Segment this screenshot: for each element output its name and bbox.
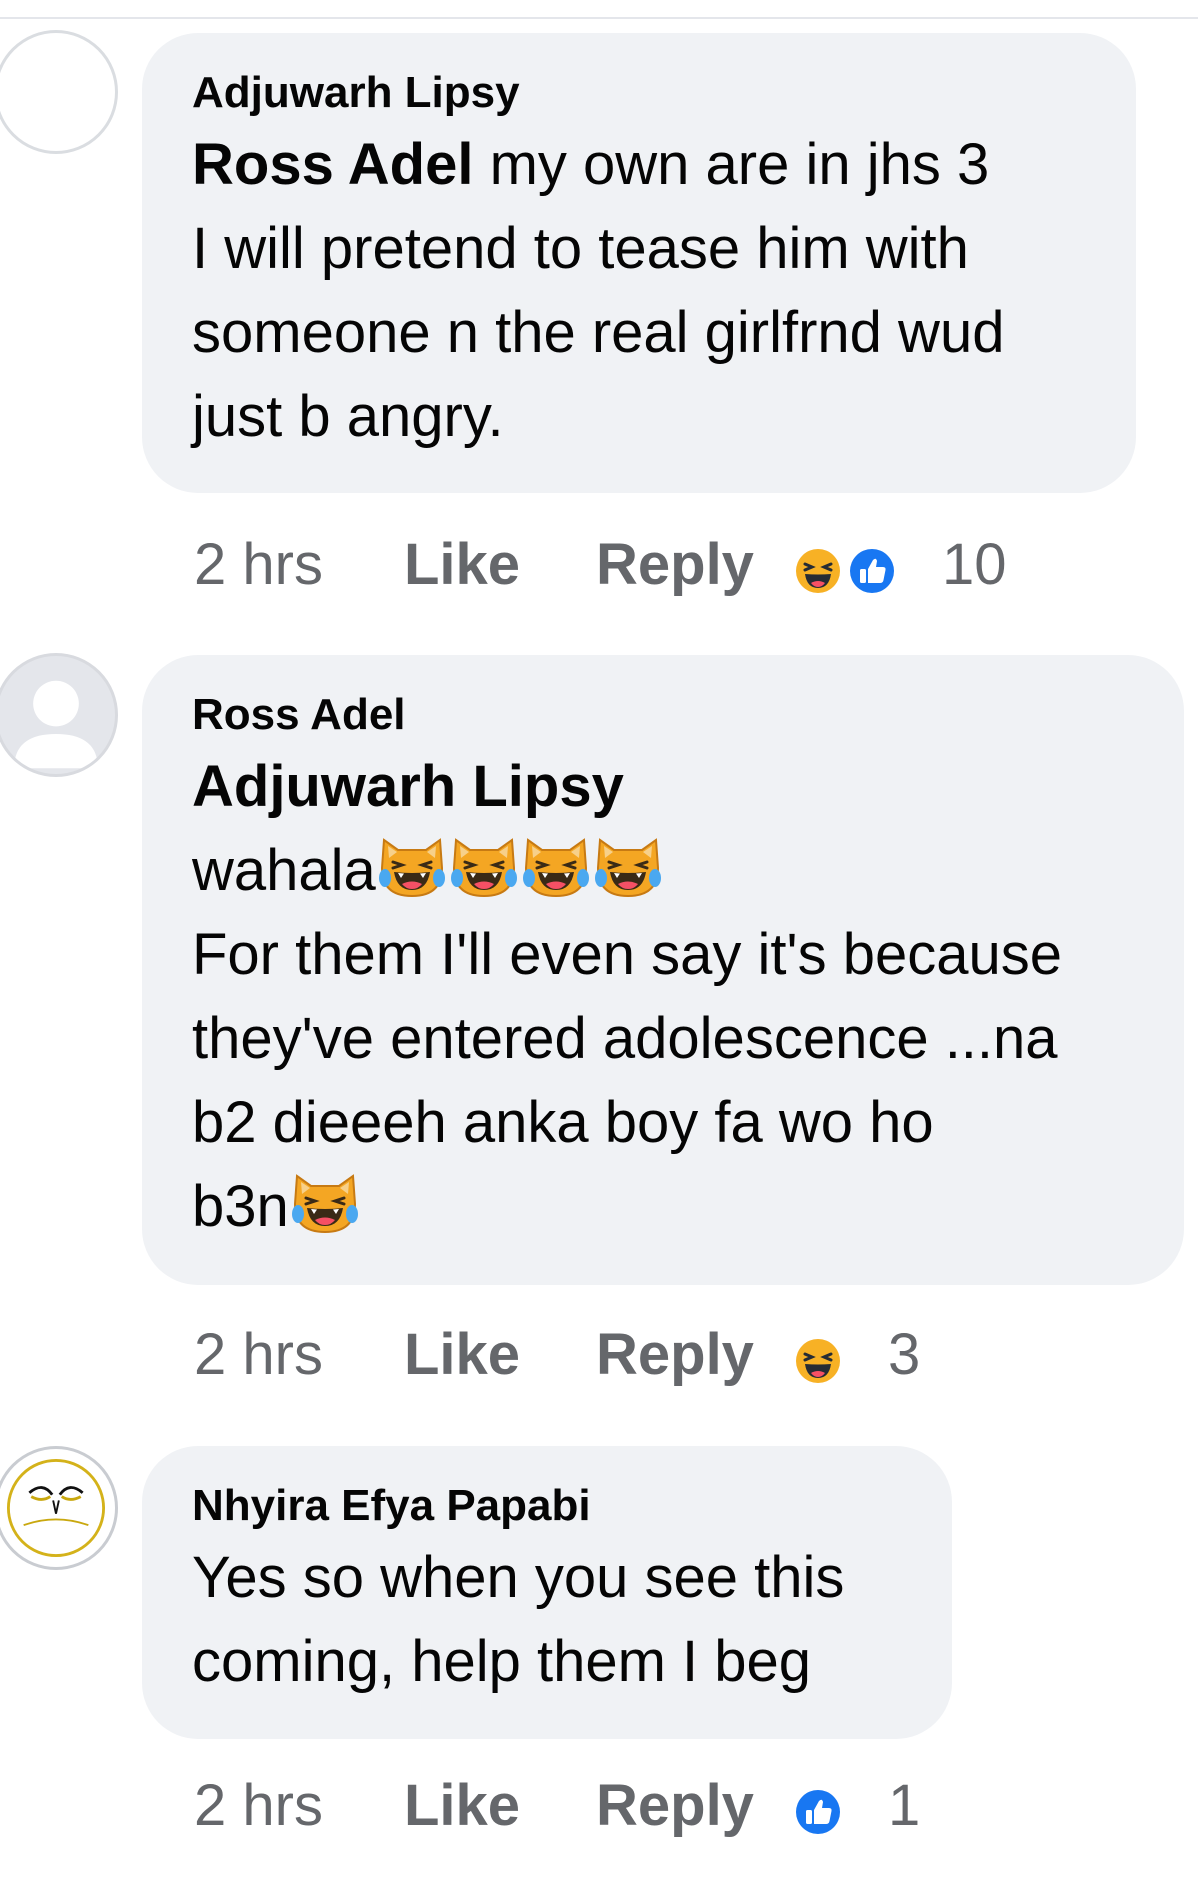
joy-cat-emoji-icon (592, 834, 664, 900)
mention-link[interactable]: Adjuwarh Lipsy (192, 754, 624, 819)
comment-line: I will pretend to tease him with (192, 216, 969, 281)
comment-timestamp[interactable]: 2 hrs (194, 1315, 323, 1395)
comment-text: Ross Adel my own are in jhs 3 I will pre… (192, 123, 1088, 459)
comment-text: Adjuwarh Lipsy wahala For them I'll even… (192, 745, 1136, 1249)
comment-line: just b angry. (192, 384, 504, 449)
haha-icon[interactable] (792, 1335, 844, 1387)
comment-line: they've entered adolescence ...na (192, 1006, 1058, 1071)
joy-cat-emoji-icon (520, 834, 592, 900)
default-avatar-icon (14, 680, 98, 769)
comment-line: wahala (192, 838, 376, 903)
like-button[interactable]: Like (404, 1315, 520, 1395)
reaction-count[interactable]: 1 (888, 1766, 920, 1846)
haha-icon[interactable] (792, 545, 844, 597)
comment-line: someone n the real girlfrnd wud (192, 300, 1005, 365)
comment-author[interactable]: Nhyira Efya Papabi (192, 1476, 904, 1536)
reply-button[interactable]: Reply (596, 1315, 754, 1395)
comment-bubble[interactable]: Ross Adel Adjuwarh Lipsy wahala For them… (142, 655, 1184, 1285)
avatar[interactable] (0, 1446, 118, 1570)
comment-line: my own are in jhs 3 (473, 132, 990, 197)
comment-bubble[interactable]: Adjuwarh Lipsy Ross Adel my own are in j… (142, 33, 1136, 493)
comment-line: b2 dieeeh anka boy fa wo ho (192, 1090, 934, 1155)
mention-link[interactable]: Ross Adel (192, 132, 473, 197)
avatar[interactable] (0, 653, 118, 777)
reaction-count[interactable]: 3 (888, 1315, 920, 1395)
joy-cat-emoji-icon (448, 834, 520, 900)
comment-bubble[interactable]: Nhyira Efya Papabi Yes so when you see t… (142, 1446, 952, 1739)
reply-button[interactable]: Reply (596, 525, 754, 605)
like-icon[interactable] (792, 1786, 844, 1838)
comment-line: For them I'll even say it's because (192, 922, 1062, 987)
like-button[interactable]: Like (404, 525, 520, 605)
like-button[interactable]: Like (404, 1766, 520, 1846)
comment-timestamp[interactable]: 2 hrs (194, 525, 323, 605)
comment-text: Yes so when you see this coming, help th… (192, 1536, 904, 1704)
reply-button[interactable]: Reply (596, 1766, 754, 1846)
top-divider (0, 17, 1198, 19)
comment-line: coming, help them I beg (192, 1629, 812, 1694)
comment-actions: 2 hrs Like Reply 10 (194, 525, 1094, 605)
avatar[interactable] (0, 30, 118, 154)
comment-actions: 2 hrs Like Reply 1 (194, 1766, 1094, 1846)
comment-line: b3n (192, 1174, 289, 1239)
comment-timestamp[interactable]: 2 hrs (194, 1766, 323, 1846)
joy-cat-emoji-icon (376, 834, 448, 900)
reaction-count[interactable]: 10 (942, 525, 1007, 605)
comment-line: Yes so when you see this (192, 1545, 845, 1610)
comment-actions: 2 hrs Like Reply 3 (194, 1315, 1094, 1395)
brand-logo-icon (6, 1458, 106, 1558)
comment-author[interactable]: Ross Adel (192, 685, 1136, 745)
comment-author[interactable]: Adjuwarh Lipsy (192, 63, 1088, 123)
joy-cat-emoji-icon (289, 1170, 361, 1236)
like-icon[interactable] (846, 545, 898, 597)
